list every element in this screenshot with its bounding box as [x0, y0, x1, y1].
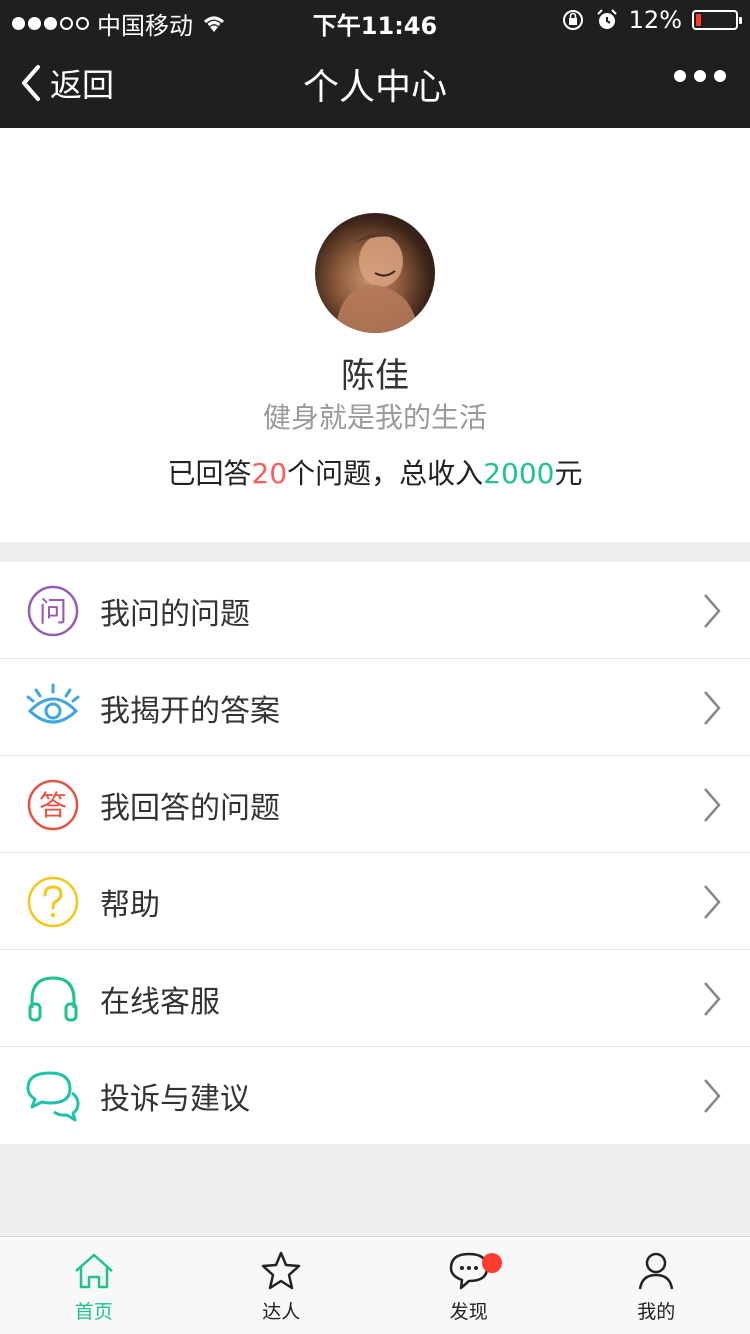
user-stats: 已回答20个问题，总收入2000元 [0, 452, 750, 492]
tab-label: 首页 [74, 1301, 113, 1323]
status-bar: 中国移动 下午11:46 12% [0, 0, 750, 40]
rotation-lock-icon [562, 10, 583, 30]
stats-suffix: 元 [554, 457, 583, 490]
menu-item-my-questions[interactable]: 问 我问的问题 [0, 562, 750, 659]
more-button[interactable] [674, 70, 726, 82]
menu-item-revealed-answers[interactable]: 我揭开的答案 [0, 659, 750, 756]
menu-item-label: 投诉与建议 [100, 1082, 250, 1117]
home-icon [74, 1253, 113, 1289]
chat-bubbles-icon [26, 1071, 80, 1122]
menu-list: 问 我问的问题 我揭开的答案 答 我回答的问题 帮助 在线客服 投诉与建议 [0, 562, 750, 1144]
eye-icon [26, 683, 80, 724]
tab-mine[interactable]: 我的 [563, 1237, 750, 1334]
page-title: 个人中心 [302, 67, 447, 108]
menu-item-my-answers[interactable]: 答 我回答的问题 [0, 756, 750, 853]
battery-percent: 12% [628, 6, 682, 34]
battery-icon [692, 10, 742, 30]
menu-item-label: 我问的问题 [100, 597, 250, 632]
chevron-right-icon [704, 1079, 721, 1113]
answered-count: 20 [251, 457, 288, 490]
top-bar: 中国移动 下午11:46 12% 返回 个人中心 [0, 0, 750, 128]
tab-label: 达人 [262, 1301, 301, 1323]
user-name: 陈佳 [341, 356, 409, 396]
menu-item-label: 帮助 [100, 888, 160, 923]
tab-label: 我的 [637, 1301, 676, 1323]
avatar[interactable] [315, 213, 435, 333]
total-income: 2000 [483, 457, 555, 490]
menu-item-label: 我回答的问题 [100, 791, 280, 826]
svg-text:答: 答 [39, 789, 67, 822]
tab-home[interactable]: 首页 [0, 1237, 188, 1334]
user-motto: 健身就是我的生活 [262, 401, 487, 434]
headset-icon [28, 976, 78, 1022]
menu-item-feedback[interactable]: 投诉与建议 [0, 1047, 750, 1144]
menu-item-customer-service[interactable]: 在线客服 [0, 950, 750, 1047]
stats-middle: 个问题，总收入 [287, 457, 484, 490]
svg-text:问: 问 [39, 595, 67, 628]
answer-da-icon: 答 [27, 779, 79, 831]
question-mark-wen-icon: 问 [27, 585, 79, 637]
avatar-image [335, 233, 419, 333]
alarm-icon [596, 9, 617, 29]
profile-card: 陈佳 健身就是我的生活 已回答20个问题，总收入2000元 [0, 128, 750, 542]
tab-label: 发现 [449, 1301, 488, 1323]
tab-bar: 首页 达人 发现 我的 [0, 1236, 750, 1334]
navigation-bar: 返回 个人中心 [0, 40, 750, 128]
chevron-right-icon [704, 594, 721, 628]
star-icon [262, 1251, 301, 1290]
tab-experts[interactable]: 达人 [188, 1237, 376, 1334]
chevron-right-icon [704, 788, 721, 822]
menu-item-label: 在线客服 [100, 985, 220, 1020]
tab-discover[interactable]: 发现 [375, 1237, 563, 1334]
chevron-right-icon [704, 691, 721, 725]
notification-badge [482, 1253, 502, 1273]
help-icon [27, 876, 79, 928]
menu-item-label: 我揭开的答案 [100, 694, 280, 729]
chevron-right-icon [704, 885, 721, 919]
chevron-right-icon [704, 982, 721, 1016]
stats-prefix: 已回答 [167, 457, 252, 490]
menu-item-help[interactable]: 帮助 [0, 853, 750, 950]
user-icon [639, 1252, 674, 1290]
